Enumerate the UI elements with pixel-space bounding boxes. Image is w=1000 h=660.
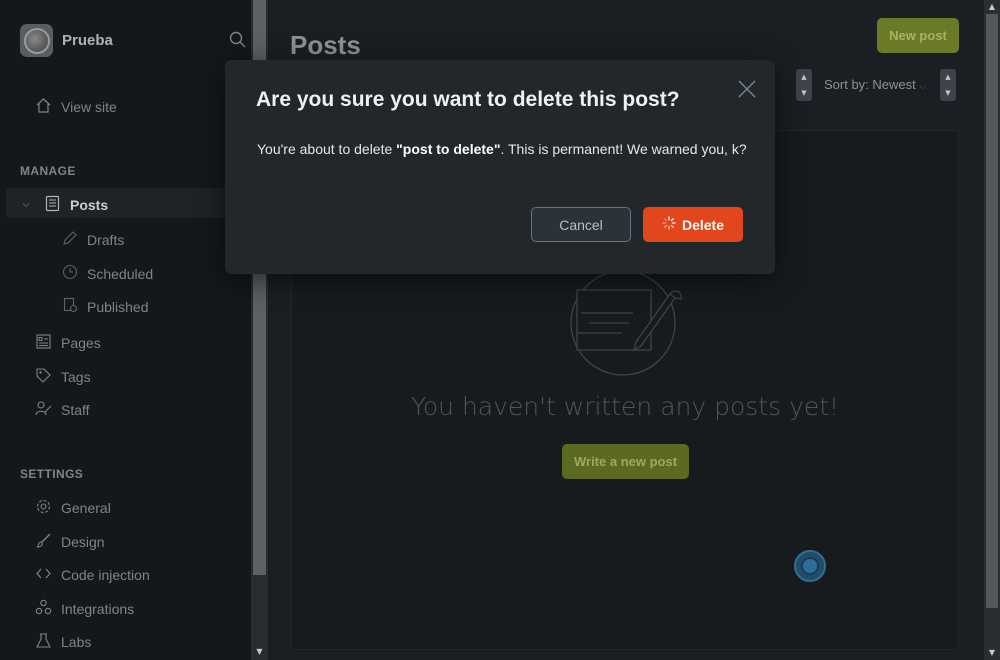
posts-icon xyxy=(44,195,70,215)
section-heading-settings: SETTINGS xyxy=(20,467,84,481)
sort-spinner[interactable]: ▲ ▼ xyxy=(940,69,956,101)
scroll-down-arrow-icon[interactable]: ▼ xyxy=(251,645,268,659)
sort-dropdown[interactable]: Sort by: Newest ⌵ xyxy=(824,77,926,92)
sidebar: Prueba View site MANAGE Posts Drafts Sch… xyxy=(0,0,251,660)
delete-post-modal: Are you sure you want to delete this pos… xyxy=(225,60,775,274)
sidebar-item-label: Code injection xyxy=(61,567,150,583)
sidebar-item-label: Published xyxy=(87,298,149,315)
chevron-down-icon[interactable] xyxy=(21,197,40,213)
home-icon xyxy=(35,97,61,117)
modal-body-suffix: . This is permanent! We warned you, k? xyxy=(500,141,747,157)
page-title: Posts xyxy=(290,30,361,60)
flask-icon xyxy=(35,632,61,652)
delete-button-label: Delete xyxy=(681,216,725,233)
sidebar-item-published[interactable]: Published xyxy=(62,297,149,316)
sidebar-item-label: Tags xyxy=(61,369,91,385)
code-icon xyxy=(35,565,61,585)
sidebar-item-label: Design xyxy=(61,534,105,550)
write-new-post-button[interactable]: Write a new post xyxy=(562,444,689,479)
sidebar-item-code-injection[interactable]: Code injection xyxy=(35,565,150,585)
sidebar-item-pages[interactable]: Pages xyxy=(35,333,101,353)
search-icon[interactable] xyxy=(229,31,246,52)
sidebar-item-label: View site xyxy=(61,99,117,115)
modal-body-prefix: You're about to delete xyxy=(257,141,397,157)
brand-name: Prueba xyxy=(62,32,113,49)
sidebar-item-label: Staff xyxy=(61,402,90,418)
integrations-icon xyxy=(35,599,61,619)
pages-icon xyxy=(35,333,61,353)
scroll-up-arrow-icon[interactable]: ▲ xyxy=(984,0,1000,14)
modal-body: You're about to delete "post to delete".… xyxy=(257,138,747,161)
delete-button[interactable]: Delete xyxy=(643,207,743,242)
close-icon[interactable] xyxy=(737,79,757,103)
clock-icon xyxy=(62,264,87,283)
sidebar-item-label: Drafts xyxy=(87,231,125,248)
post-name: "post to delete" xyxy=(396,141,501,157)
sidebar-item-label: Scheduled xyxy=(87,265,154,282)
spinner-icon xyxy=(662,216,682,233)
sidebar-item-staff[interactable]: Staff xyxy=(35,400,90,420)
scroll-down-arrow-icon[interactable]: ▼ xyxy=(984,646,1000,660)
new-post-button[interactable]: New post xyxy=(877,18,959,53)
sidebar-item-integrations[interactable]: Integrations xyxy=(35,599,134,619)
filter-spinner[interactable]: ▲ ▼ xyxy=(796,69,812,101)
brand[interactable]: Prueba xyxy=(20,24,113,57)
sidebar-item-label: Posts xyxy=(70,197,109,213)
help-beacon-icon[interactable] xyxy=(794,550,826,582)
sidebar-item-label: General xyxy=(61,500,111,516)
tag-icon xyxy=(35,367,61,387)
section-heading-manage: MANAGE xyxy=(20,164,76,178)
empty-posts-illustration xyxy=(567,268,692,382)
published-icon xyxy=(62,297,87,316)
sidebar-item-label: Labs xyxy=(61,634,92,650)
staff-icon xyxy=(35,400,61,420)
sidebar-item-label: Integrations xyxy=(61,601,135,617)
sidebar-item-general[interactable]: General xyxy=(35,498,111,518)
chevron-down-icon: ⌵ xyxy=(919,81,927,91)
sidebar-item-drafts[interactable]: Drafts xyxy=(62,230,124,249)
modal-title: Are you sure you want to delete this pos… xyxy=(256,88,680,111)
pencil-icon xyxy=(62,230,87,249)
sidebar-item-label: Pages xyxy=(61,335,101,351)
cancel-button[interactable]: Cancel xyxy=(531,207,631,242)
brush-icon xyxy=(35,532,61,552)
sidebar-item-view-site[interactable]: View site xyxy=(35,97,117,117)
sidebar-item-scheduled[interactable]: Scheduled xyxy=(62,264,153,283)
main-scrollbar-thumb[interactable] xyxy=(986,14,998,608)
empty-state-message: You haven't written any posts yet! xyxy=(410,392,840,421)
main-scrollbar[interactable]: ▲ ▼ xyxy=(984,0,1000,660)
sidebar-item-posts[interactable]: Posts xyxy=(21,195,108,215)
brand-logo xyxy=(20,24,53,57)
sidebar-item-labs[interactable]: Labs xyxy=(35,632,91,652)
sidebar-item-design[interactable]: Design xyxy=(35,532,105,552)
sidebar-item-tags[interactable]: Tags xyxy=(35,367,91,387)
sort-label: Sort by: Newest xyxy=(824,77,916,92)
gear-icon xyxy=(35,498,61,518)
